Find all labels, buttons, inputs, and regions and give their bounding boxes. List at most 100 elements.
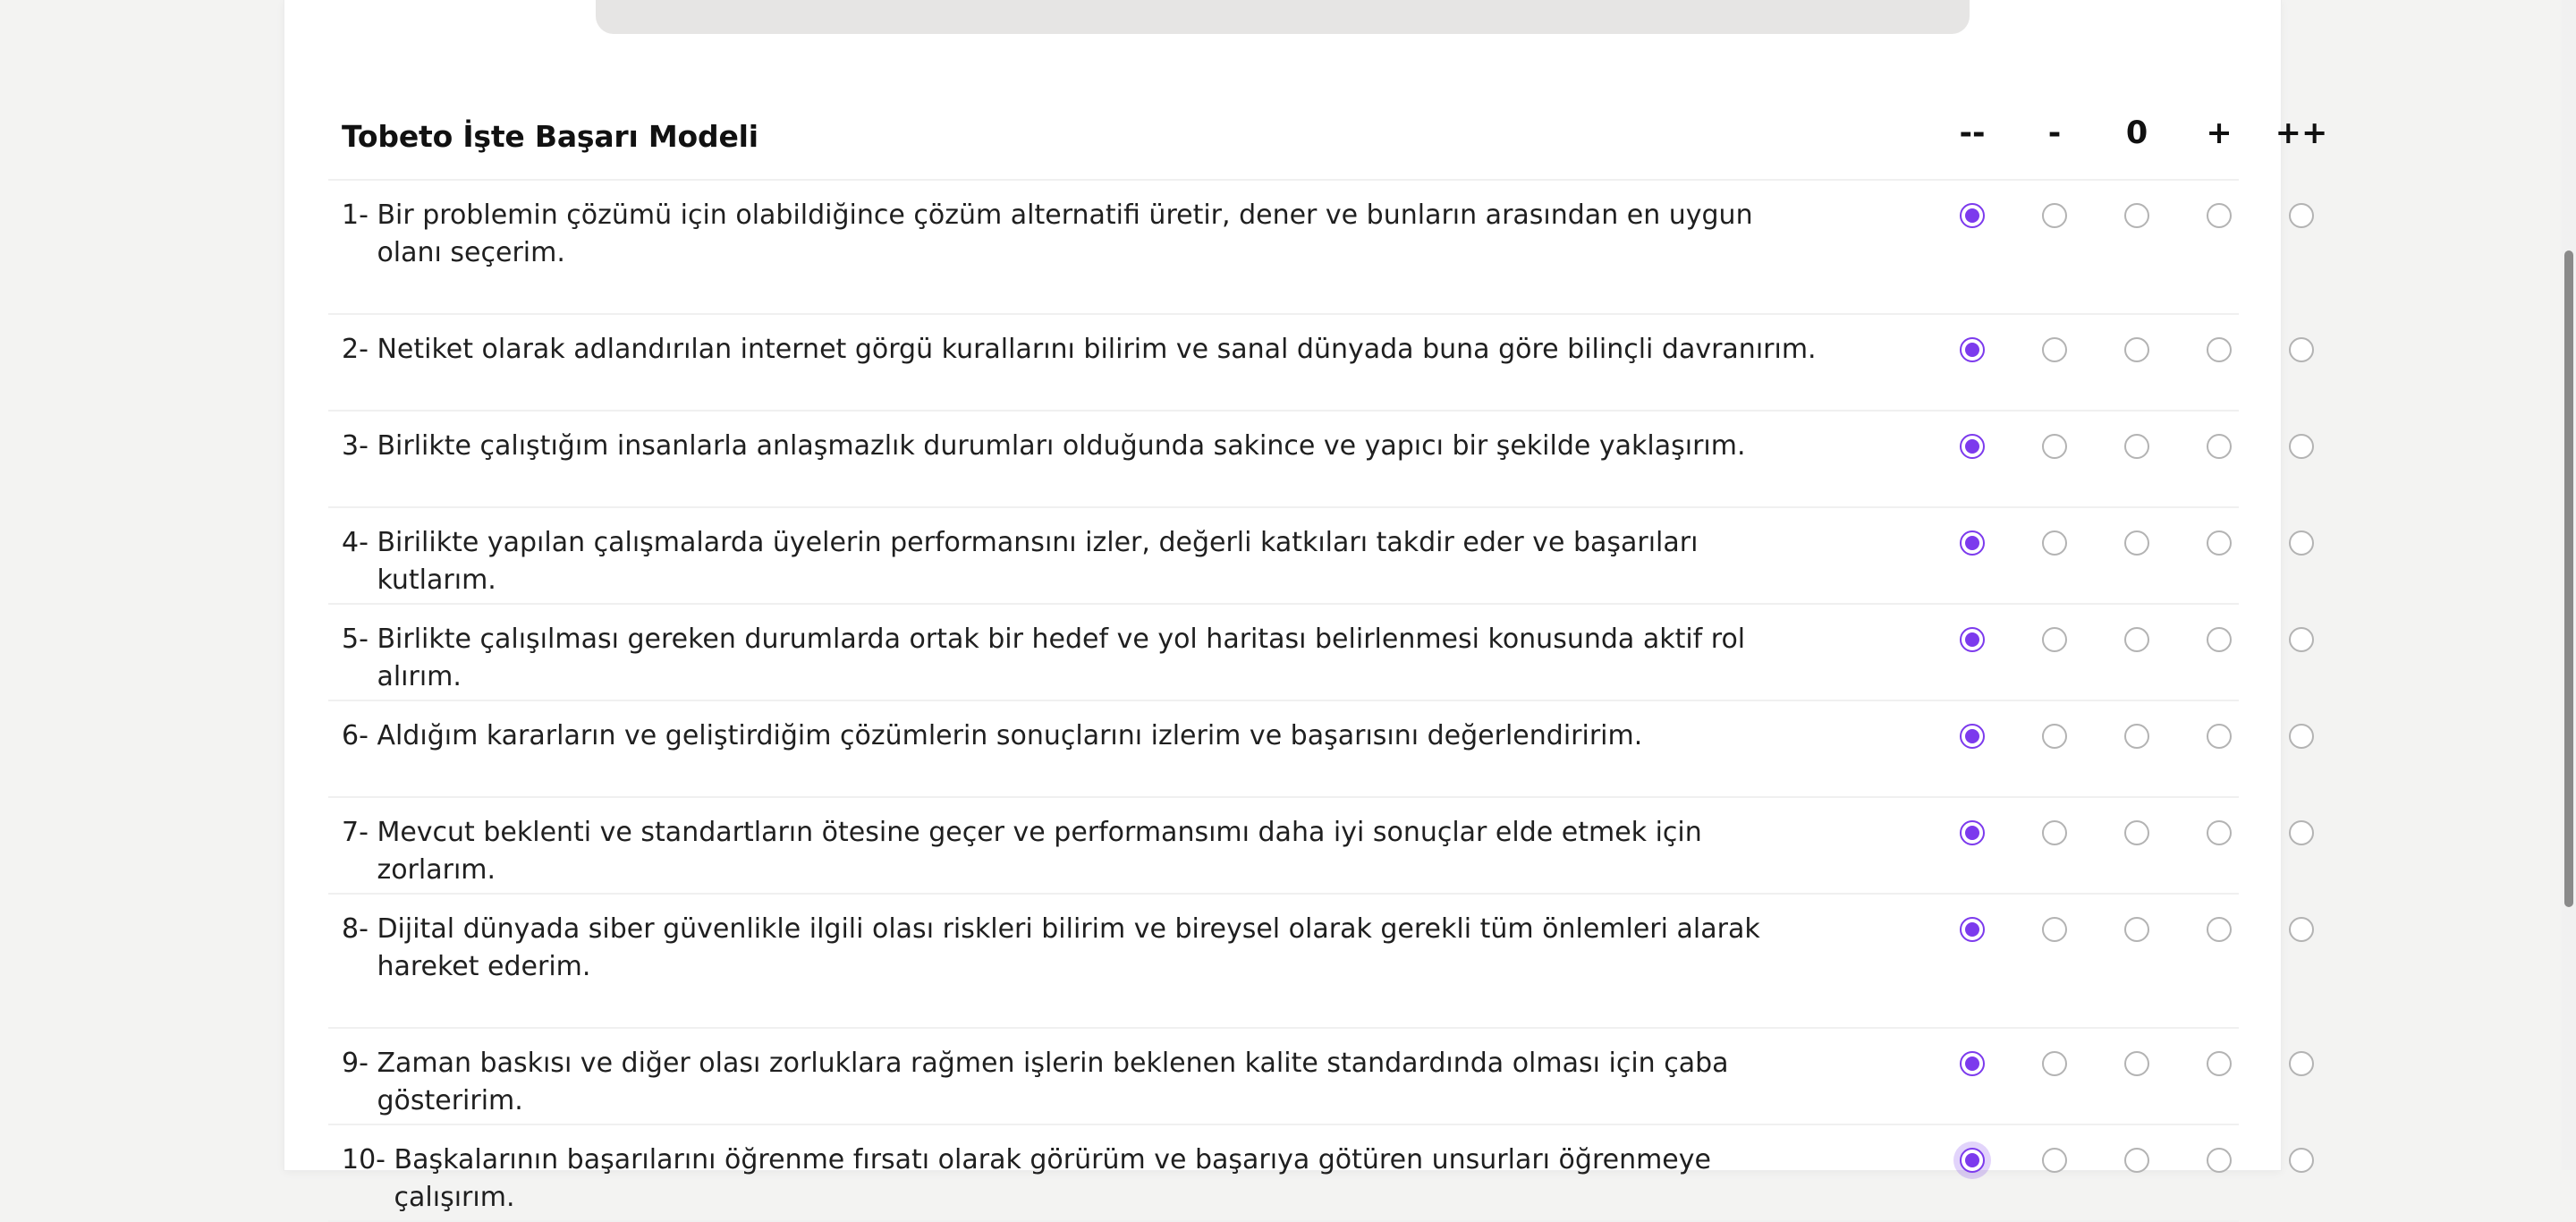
radio-neutral[interactable]	[2124, 820, 2149, 845]
radio-strongly-agree[interactable]	[2289, 627, 2314, 652]
radio-neutral[interactable]	[2124, 203, 2149, 228]
scrollbar-thumb[interactable]	[2564, 250, 2573, 907]
radio-agree[interactable]	[2207, 1148, 2232, 1173]
radio-agree[interactable]	[2207, 1051, 2232, 1076]
radio-disagree[interactable]	[2042, 1051, 2067, 1076]
scale-label-strongly-agree: ++	[2275, 115, 2328, 151]
question-text: 4- Birilikte yapılan çalışmalarda üyeler…	[342, 524, 1818, 599]
radio-strongly-agree[interactable]	[2289, 1148, 2314, 1173]
question-text: 10- Başkalarının başarılarını öğrenme fı…	[342, 1141, 1818, 1217]
question-statement: Birlikte çalışılması gereken durumlarda …	[377, 624, 1746, 692]
radio-strongly-disagree[interactable]	[1960, 917, 1985, 942]
question-text: 3- Birlikte çalıştığım insanlarla anlaşm…	[342, 428, 1818, 465]
question-row: 8- Dijital dünyada siber güvenlikle ilgi…	[328, 895, 2314, 1029]
radio-strongly-agree[interactable]	[2289, 1051, 2314, 1076]
radio-strongly-disagree[interactable]	[1960, 627, 1985, 652]
radio-agree[interactable]	[2207, 820, 2232, 845]
question-row: 6- Aldığım kararların ve geliştirdiğim ç…	[328, 701, 2314, 798]
question-statement: Başkalarının başarılarını öğrenme fırsat…	[394, 1144, 1711, 1213]
radio-neutral[interactable]	[2124, 917, 2149, 942]
scale-label-disagree: -	[2047, 115, 2062, 151]
question-statement: Birilikte yapılan çalışmalarda üyelerin …	[377, 527, 1699, 596]
radio-neutral[interactable]	[2124, 627, 2149, 652]
question-number: 2-	[342, 334, 377, 365]
survey-title: Tobeto İşte Başarı Modeli	[342, 119, 758, 154]
question-text: 5- Birlikte çalışılması gereken durumlar…	[342, 621, 1818, 696]
question-statement: Mevcut beklenti ve standartların ötesine…	[377, 817, 1702, 886]
radio-strongly-agree[interactable]	[2289, 203, 2314, 228]
question-number: 7-	[342, 817, 377, 848]
question-number: 1-	[342, 199, 377, 231]
survey-card: Tobeto İşte Başarı Modeli -- - 0 + ++ 1-…	[284, 0, 2327, 1222]
question-number: 3-	[342, 430, 377, 462]
radio-strongly-disagree[interactable]	[1960, 724, 1985, 749]
question-list: 1- Bir problemin çözümü için olabildiğin…	[328, 181, 2314, 1222]
radio-agree[interactable]	[2207, 337, 2232, 362]
radio-neutral[interactable]	[2124, 724, 2149, 749]
radio-neutral[interactable]	[2124, 1148, 2149, 1173]
radio-neutral[interactable]	[2124, 337, 2149, 362]
scale-label-strongly-disagree: --	[1959, 115, 1986, 151]
question-text: 8- Dijital dünyada siber güvenlikle ilgi…	[342, 911, 1818, 986]
question-row: 3- Birlikte çalıştığım insanlarla anlaşm…	[328, 412, 2314, 508]
radio-strongly-disagree[interactable]	[1960, 337, 1985, 362]
question-statement: Bir problemin çözümü için olabildiğince …	[377, 199, 1753, 268]
question-number: 4-	[342, 527, 377, 558]
radio-disagree[interactable]	[2042, 917, 2067, 942]
radio-strongly-disagree[interactable]	[1960, 203, 1985, 228]
radio-disagree[interactable]	[2042, 820, 2067, 845]
question-statement: Zaman baskısı ve diğer olası zorluklara …	[377, 1048, 1729, 1116]
question-row: 7- Mevcut beklenti ve standartların ötes…	[328, 798, 2314, 895]
question-statement: Dijital dünyada siber güvenlikle ilgili …	[377, 913, 1760, 982]
radio-strongly-agree[interactable]	[2289, 820, 2314, 845]
radio-disagree[interactable]	[2042, 627, 2067, 652]
question-number: 6-	[342, 720, 377, 751]
radio-strongly-disagree[interactable]	[1960, 1051, 1985, 1076]
question-number: 9-	[342, 1048, 377, 1079]
question-row: 5- Birlikte çalışılması gereken durumlar…	[328, 605, 2314, 701]
question-number: 5-	[342, 624, 377, 655]
scale-label-neutral: 0	[2125, 115, 2148, 151]
radio-neutral[interactable]	[2124, 434, 2149, 459]
radio-disagree[interactable]	[2042, 337, 2067, 362]
question-text: 6- Aldığım kararların ve geliştirdiğim ç…	[342, 717, 1818, 755]
radio-strongly-agree[interactable]	[2289, 337, 2314, 362]
radio-disagree[interactable]	[2042, 434, 2067, 459]
survey-table: Tobeto İşte Başarı Modeli -- - 0 + ++ 1-…	[328, 112, 2327, 1222]
radio-agree[interactable]	[2207, 203, 2232, 228]
radio-agree[interactable]	[2207, 627, 2232, 652]
radio-neutral[interactable]	[2124, 530, 2149, 556]
top-bar	[596, 0, 1970, 34]
question-row: 2- Netiket olarak adlandırılan internet …	[328, 315, 2314, 412]
scale-label-agree: +	[2206, 115, 2233, 151]
radio-strongly-disagree[interactable]	[1960, 434, 1985, 459]
radio-disagree[interactable]	[2042, 203, 2067, 228]
question-number: 10-	[342, 1144, 394, 1175]
radio-agree[interactable]	[2207, 917, 2232, 942]
radio-strongly-agree[interactable]	[2289, 530, 2314, 556]
radio-strongly-disagree[interactable]	[1960, 820, 1985, 845]
radio-agree[interactable]	[2207, 530, 2232, 556]
question-text: 9- Zaman baskısı ve diğer olası zorlukla…	[342, 1045, 1818, 1120]
question-statement: Birlikte çalıştığım insanlarla anlaşmazl…	[377, 430, 1746, 462]
question-row: 9- Zaman baskısı ve diğer olası zorlukla…	[328, 1029, 2314, 1125]
radio-disagree[interactable]	[2042, 1148, 2067, 1173]
radio-agree[interactable]	[2207, 434, 2232, 459]
radio-disagree[interactable]	[2042, 530, 2067, 556]
question-text: 7- Mevcut beklenti ve standartların ötes…	[342, 814, 1818, 889]
radio-strongly-agree[interactable]	[2289, 724, 2314, 749]
question-row: 10- Başkalarının başarılarını öğrenme fı…	[328, 1125, 2314, 1222]
radio-strongly-disagree[interactable]	[1960, 1148, 1985, 1173]
survey-header: Tobeto İşte Başarı Modeli -- - 0 + ++	[328, 112, 2327, 181]
question-text: 1- Bir problemin çözümü için olabildiğin…	[342, 197, 1818, 272]
radio-agree[interactable]	[2207, 724, 2232, 749]
radio-neutral[interactable]	[2124, 1051, 2149, 1076]
radio-strongly-agree[interactable]	[2289, 434, 2314, 459]
question-text: 2- Netiket olarak adlandırılan internet …	[342, 331, 1818, 369]
radio-strongly-disagree[interactable]	[1960, 530, 1985, 556]
radio-disagree[interactable]	[2042, 724, 2067, 749]
radio-strongly-agree[interactable]	[2289, 917, 2314, 942]
question-statement: Netiket olarak adlandırılan internet gör…	[377, 334, 1817, 365]
question-number: 8-	[342, 913, 377, 945]
question-statement: Aldığım kararların ve geliştirdiğim çözü…	[377, 720, 1643, 751]
